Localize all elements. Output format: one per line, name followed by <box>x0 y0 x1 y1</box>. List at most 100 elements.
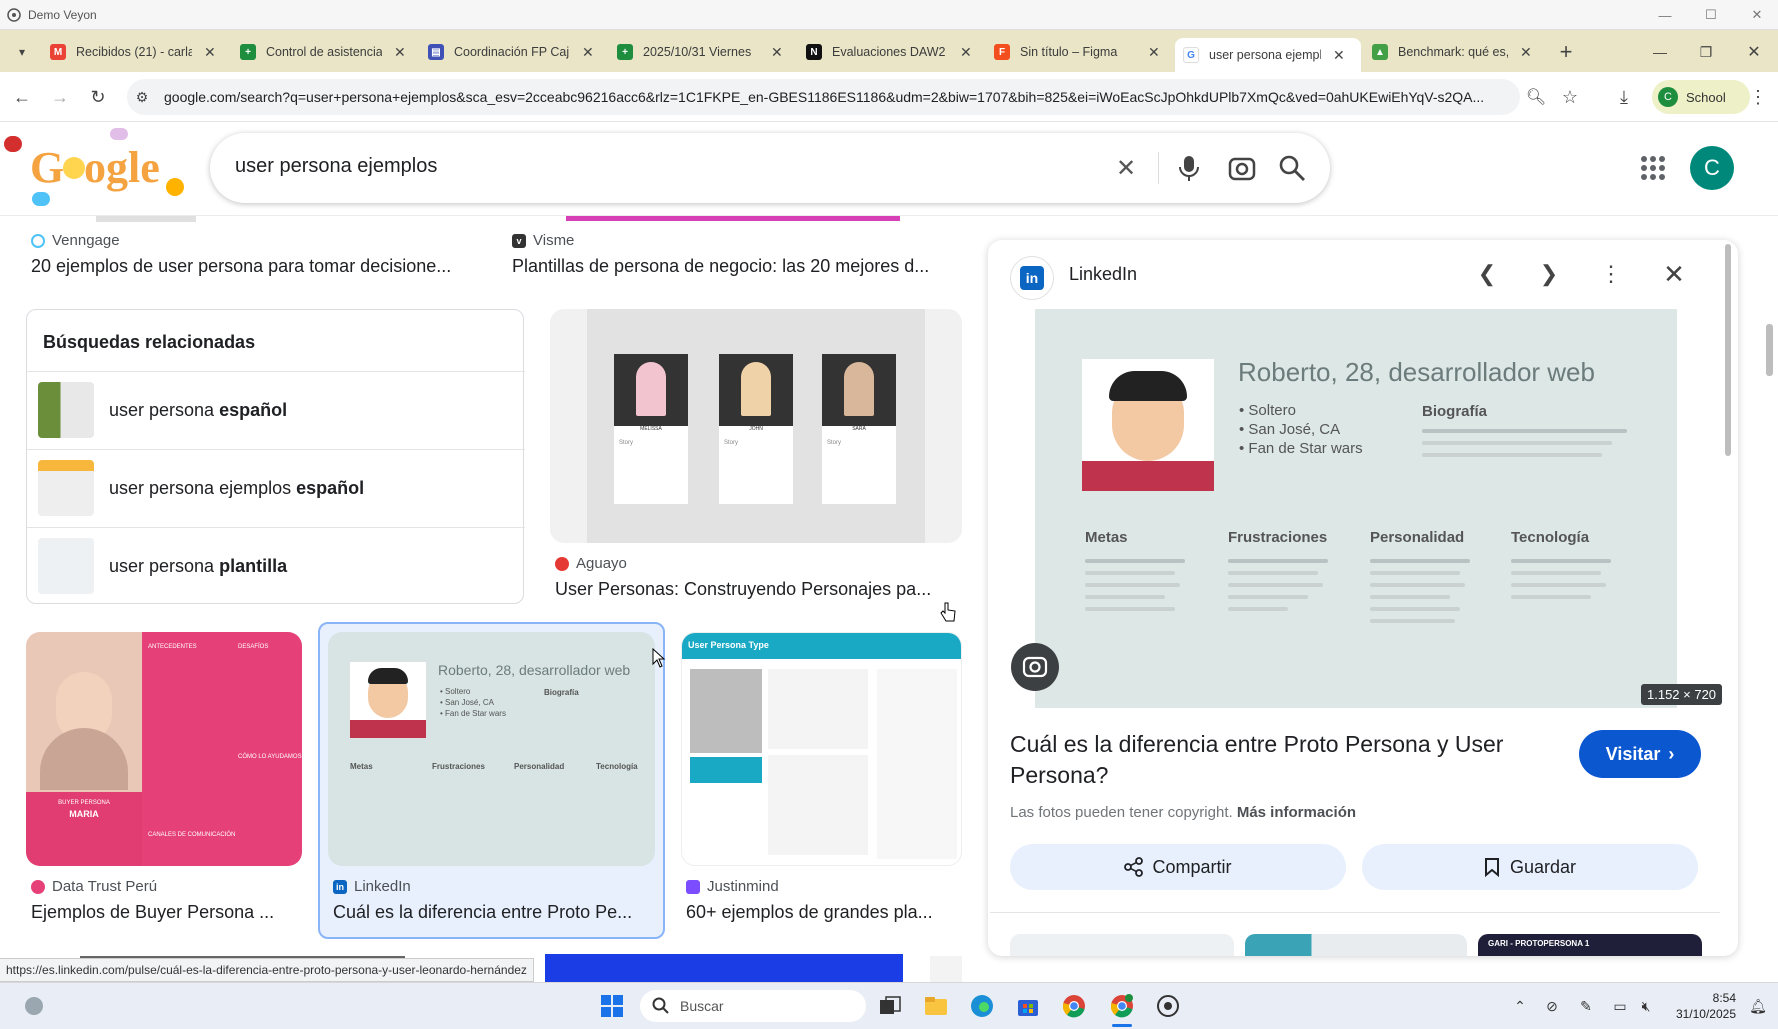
tab-close-icon[interactable]: ✕ <box>394 44 406 61</box>
related-item-label: user persona plantilla <box>109 556 288 576</box>
related-image-thumb[interactable] <box>1010 934 1234 956</box>
image-dimensions: 1.152 × 720 <box>1641 684 1723 705</box>
tab-close-icon[interactable]: ✕ <box>771 44 783 61</box>
close-panel-icon[interactable]: ✕ <box>1654 254 1694 294</box>
result-image-linkedin[interactable]: Roberto, 28, desarrollador web • Soltero… <box>328 632 655 866</box>
tab-gmail[interactable]: M Recibidos (21) - carla ✕ <box>50 38 216 66</box>
reload-icon[interactable]: ↻ <box>84 83 112 111</box>
panel-scrollbar-thumb[interactable] <box>1725 244 1731 456</box>
related-image-thumb[interactable]: GARI - PROTOPERSONA 1 <box>1478 934 1702 956</box>
veyon-maximize-button[interactable]: ☐ <box>1688 0 1734 30</box>
panel-source-name[interactable]: LinkedIn <box>1069 264 1137 285</box>
related-item[interactable]: user persona plantilla <box>27 527 525 605</box>
related-item[interactable]: user persona ejemplos español <box>27 449 525 527</box>
search-submit-icon[interactable] <box>1278 154 1306 187</box>
panel-preview-image[interactable]: Roberto, 28, desarrollador web • Soltero… <box>1035 309 1677 708</box>
persona-column-label: Metas <box>350 762 373 771</box>
google-doodle-logo[interactable]: G ogle <box>0 128 200 215</box>
metrics-block <box>877 669 957 859</box>
visit-button[interactable]: Visitar › <box>1579 730 1701 778</box>
chrome-icon[interactable] <box>1058 990 1090 1022</box>
more-options-icon[interactable]: ⋮ <box>1591 254 1631 294</box>
lens-button[interactable] <box>1011 643 1059 691</box>
volume-muted-icon[interactable]: 🔇︎ <box>1630 990 1662 1022</box>
edge-icon[interactable] <box>966 990 998 1022</box>
page-scrollbar-thumb[interactable] <box>1766 324 1773 376</box>
result-title[interactable]: User Personas: Construyendo Personajes p… <box>555 579 960 600</box>
tab-figma[interactable]: F Sin título – Figma ✕ <box>994 38 1160 66</box>
start-icon[interactable] <box>596 990 628 1022</box>
pen-icon[interactable]: ✎ <box>1570 990 1602 1022</box>
task-view-icon[interactable] <box>874 990 906 1022</box>
notifications-icon[interactable]: 🔔︎ <box>1742 990 1774 1022</box>
widgets-icon[interactable] <box>18 990 50 1022</box>
veyon-icon <box>7 8 21 22</box>
site-info-icon[interactable]: ⚙ <box>128 83 156 111</box>
file-explorer-icon[interactable] <box>920 990 952 1022</box>
copyright-text: Las fotos pueden tener copyright. <box>1010 804 1233 821</box>
related-image-thumb[interactable] <box>1245 934 1467 956</box>
previous-image-icon[interactable]: ❮ <box>1467 254 1507 294</box>
veyon-window-title: Demo Veyon <box>28 8 97 22</box>
next-image-icon[interactable]: ❯ <box>1529 254 1569 294</box>
result-image-buyer-persona[interactable]: BUYER PERSONA MARIA ANTECEDENTES DESAFÍO… <box>26 632 302 866</box>
result-title[interactable]: Plantillas de persona de negocio: las 20… <box>512 256 952 277</box>
panel-title[interactable]: Cuál es la diferencia entre Proto Person… <box>1010 729 1530 791</box>
tab-close-icon[interactable]: ✕ <box>204 44 216 61</box>
result-title[interactable]: 60+ ejemplos de grandes pla... <box>686 902 961 923</box>
save-button[interactable]: Guardar <box>1362 844 1698 890</box>
search-input[interactable]: user persona ejemplos <box>235 155 437 178</box>
google-apps-icon[interactable] <box>1640 155 1666 186</box>
tab-close-icon[interactable]: ✕ <box>1148 44 1160 61</box>
related-item[interactable]: user persona español <box>27 371 525 449</box>
tab-evaluaciones[interactable]: N Evaluaciones DAW2 ✕ <box>806 38 972 66</box>
back-icon[interactable]: ← <box>8 83 36 111</box>
zoom-icon[interactable]: 🔍︎ <box>1522 83 1550 111</box>
bluetooth-off-icon[interactable]: ⊘ <box>1536 990 1568 1022</box>
tab-coordinacion[interactable]: ▤ Coordinación FP Caj ✕ <box>428 38 594 66</box>
download-icon[interactable]: ⤓ <box>1610 83 1638 111</box>
result-title[interactable]: Ejemplos de Buyer Persona ... <box>31 902 301 923</box>
address-url[interactable]: google.com/search?q=user+persona+ejemplo… <box>164 89 1509 105</box>
hand-cursor-icon <box>940 602 956 622</box>
new-tab-icon[interactable]: + <box>1552 38 1580 66</box>
tab-close-icon[interactable]: ✕ <box>960 44 972 61</box>
tab-label: Control de asistencia <box>266 45 382 59</box>
profile-button[interactable]: C School <box>1652 80 1750 114</box>
taskbar-search[interactable]: Buscar <box>640 990 866 1022</box>
tab-viernes[interactable]: + 2025/10/31 Viernes ✕ <box>617 38 783 66</box>
tab-user-persona-active[interactable]: G user persona ejemplo ✕ <box>1175 38 1361 72</box>
voice-search-icon[interactable] <box>1178 154 1200 187</box>
more-info-link[interactable]: Más información <box>1237 804 1356 821</box>
quote-block <box>690 757 762 783</box>
chrome-menu-icon[interactable]: ⋮ <box>1744 83 1772 111</box>
tab-label: user persona ejemplo <box>1209 48 1321 62</box>
tab-control-asistencia[interactable]: + Control de asistencia ✕ <box>240 38 406 66</box>
taskbar-clock[interactable]: 8:54 31/10/2025 <box>1672 990 1736 1022</box>
tab-close-icon[interactable]: ✕ <box>1520 44 1532 61</box>
tab-close-icon[interactable]: ✕ <box>582 44 594 61</box>
forward-icon[interactable]: → <box>46 83 74 111</box>
veyon-minimize-button[interactable]: — <box>1642 0 1688 30</box>
veyon-close-button[interactable]: ✕ <box>1734 0 1778 30</box>
tab-close-icon[interactable]: ✕ <box>1333 47 1345 64</box>
clear-search-icon[interactable]: ✕ <box>1112 154 1140 182</box>
tab-search-chevron-icon[interactable]: ▾ <box>8 38 36 66</box>
bookmark-star-icon[interactable]: ☆ <box>1556 83 1584 111</box>
result-title[interactable]: 20 ejemplos de user persona para tomar d… <box>31 256 481 277</box>
result-image-justinmind[interactable]: User Persona Type <box>681 632 962 866</box>
veyon-taskbar-icon[interactable] <box>1152 990 1184 1022</box>
persona-column-label: Personalidad <box>1370 529 1465 546</box>
chrome-minimize-button[interactable]: — <box>1646 38 1674 66</box>
tab-benchmark[interactable]: ▲ Benchmark: qué es, c ✕ <box>1372 38 1532 66</box>
chrome-profile-icon[interactable] <box>1106 990 1138 1022</box>
tray-overflow-icon[interactable]: ⌃ <box>1504 990 1536 1022</box>
store-icon[interactable] <box>1012 990 1044 1022</box>
lens-search-icon[interactable] <box>1228 154 1256 187</box>
result-image-aguayo[interactable]: MELISSA Story JOHN Story SARA Story <box>550 309 962 543</box>
chrome-close-button[interactable]: ✕ <box>1740 38 1768 66</box>
result-title[interactable]: Cuál es la diferencia entre Proto Pe... <box>333 902 653 923</box>
account-avatar[interactable]: C <box>1690 146 1734 190</box>
chrome-restore-button[interactable]: ❐ <box>1692 38 1720 66</box>
share-button[interactable]: Compartir <box>1010 844 1346 890</box>
